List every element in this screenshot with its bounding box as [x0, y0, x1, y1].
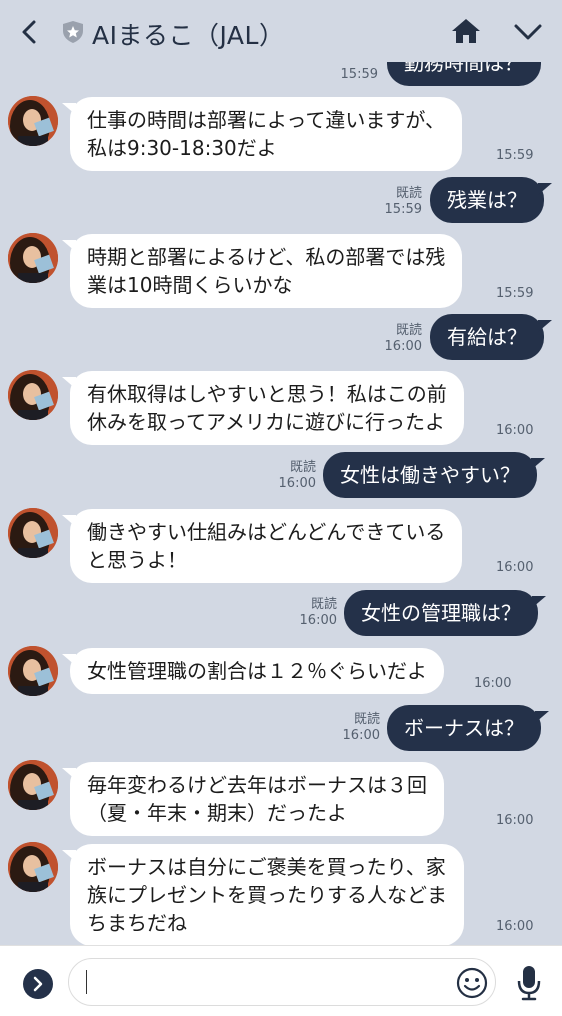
message-line: 休みを取ってアメリカに遊びに行ったよ — [87, 410, 445, 434]
incoming-message[interactable]: 女性管理職の割合は１２％ぐらいだよ — [62, 648, 444, 694]
chat-area[interactable]: 勤務時間は？ 15:59 仕事の時間は部署によって違いますが、 私は9:30-1… — [0, 0, 562, 945]
message-time: 15:59 — [340, 67, 378, 82]
avatar-image — [8, 508, 58, 558]
chat-title: AIまるこ（JAL） — [92, 21, 285, 50]
message-line: と思うよ！ — [87, 548, 187, 572]
message-line: 女性管理職の割合は１２％ぐらいだよ — [87, 659, 427, 683]
expand-menu-button[interactable] — [23, 969, 53, 999]
message-line: （夏・年末・期末）だったよ — [87, 801, 347, 825]
avatar[interactable] — [8, 508, 58, 558]
incoming-message[interactable]: 毎年変わるけど去年はボーナスは３回 （夏・年末・期末）だったよ — [62, 762, 444, 836]
incoming-message[interactable]: 仕事の時間は部署によって違いますが、 私は9:30-18:30だよ — [62, 97, 462, 171]
outgoing-message[interactable]: 女性の管理職は？ — [344, 590, 546, 636]
read-receipt: 既読 — [395, 323, 422, 338]
message-line: 業は10時間くらいかな — [87, 273, 293, 297]
avatar[interactable] — [8, 842, 58, 892]
message-text: 女性は働きやすい？ — [340, 463, 520, 487]
message-time: 16:00 — [384, 339, 422, 354]
message-text: 女性の管理職は？ — [361, 601, 521, 625]
message-text: ボーナスは？ — [404, 716, 524, 740]
outgoing-message[interactable]: 女性は働きやすい？ — [323, 452, 545, 498]
expand-icon — [33, 976, 43, 992]
chat-header: AIまるこ（JAL） — [0, 0, 562, 62]
home-icon — [452, 19, 480, 43]
avatar-image — [8, 233, 58, 283]
chevron-left-icon — [22, 20, 36, 44]
menu-dropdown-button[interactable] — [511, 18, 545, 46]
read-receipt: 既読 — [353, 712, 380, 727]
message-meta: 既読 15:59 — [340, 186, 422, 218]
avatar-image — [8, 760, 58, 810]
incoming-message[interactable]: 時期と部署によるけど、私の部署では残 業は10時間くらいかな — [61, 234, 463, 308]
message-time: 16:00 — [496, 919, 534, 934]
message-meta: 既読 16:00 — [298, 712, 380, 744]
message-time: 15:59 — [384, 202, 422, 217]
mic-icon — [517, 966, 541, 1001]
message-time: 15:59 — [496, 148, 534, 163]
message-input[interactable] — [68, 958, 496, 1006]
home-button[interactable] — [450, 16, 482, 46]
message-line: 有休取得はしやすいと思う！私はこの前 — [87, 382, 447, 406]
message-time: 15:59 — [496, 286, 534, 301]
message-line: ちまちだね — [87, 911, 187, 935]
emoji-icon — [456, 967, 488, 999]
chevron-down-icon — [514, 24, 542, 40]
outgoing-message[interactable]: ボーナスは？ — [387, 705, 549, 751]
avatar-image — [8, 646, 58, 696]
message-meta: 既読 16:00 — [234, 460, 316, 492]
message-line: 私は9:30-18:30だよ — [87, 136, 277, 160]
message-time: 16:00 — [496, 813, 534, 828]
message-time: 16:00 — [474, 676, 512, 691]
incoming-message[interactable]: 働きやすい仕組みはどんどんできている と思うよ！ — [61, 509, 463, 583]
shield-star-icon — [62, 20, 84, 44]
emoji-button[interactable] — [455, 966, 489, 1000]
message-meta: 15:59 — [300, 67, 378, 83]
incoming-message[interactable]: 有休取得はしやすいと思う！私はこの前 休みを取ってアメリカに遊びに行ったよ — [62, 371, 464, 445]
message-text: 残業は？ — [447, 188, 527, 212]
message-time: 16:00 — [496, 560, 534, 575]
message-time: 16:00 — [342, 728, 380, 743]
outgoing-message[interactable]: 有給は？ — [430, 314, 552, 360]
message-line: 族にプレゼントを買ったりする人などま — [87, 883, 447, 907]
avatar-image — [8, 370, 58, 420]
message-line: 働きやすい仕組みはどんどんできている — [87, 520, 446, 544]
message-line: ボーナスは自分にご褒美を買ったり、家 — [87, 855, 446, 879]
message-text: 有給は？ — [447, 325, 527, 349]
avatar-image — [8, 842, 58, 892]
message-line: 仕事の時間は部署によって違いますが、 — [87, 108, 445, 132]
back-button[interactable] — [16, 18, 44, 46]
message-time: 16:00 — [496, 423, 534, 438]
voice-input-button[interactable] — [516, 964, 542, 1002]
outgoing-message[interactable]: 残業は？ — [430, 177, 552, 223]
avatar[interactable] — [8, 760, 58, 810]
message-time: 16:00 — [299, 613, 337, 628]
read-receipt: 既読 — [289, 460, 316, 475]
message-composer — [0, 945, 562, 1016]
avatar-image — [8, 96, 58, 146]
avatar[interactable] — [8, 646, 58, 696]
read-receipt: 既読 — [395, 186, 422, 201]
message-meta: 既読 16:00 — [255, 597, 337, 629]
message-meta: 既読 16:00 — [340, 323, 422, 355]
avatar[interactable] — [8, 233, 58, 283]
message-time: 16:00 — [278, 476, 316, 491]
message-line: 毎年変わるけど去年はボーナスは３回 — [87, 773, 427, 797]
avatar[interactable] — [8, 96, 58, 146]
avatar[interactable] — [8, 370, 58, 420]
message-line: 時期と部署によるけど、私の部署では残 — [87, 245, 446, 269]
read-receipt: 既読 — [310, 597, 337, 612]
incoming-message[interactable]: ボーナスは自分にご褒美を買ったり、家 族にプレゼントを買ったりする人などま ちま… — [62, 844, 464, 945]
text-cursor — [86, 970, 87, 994]
